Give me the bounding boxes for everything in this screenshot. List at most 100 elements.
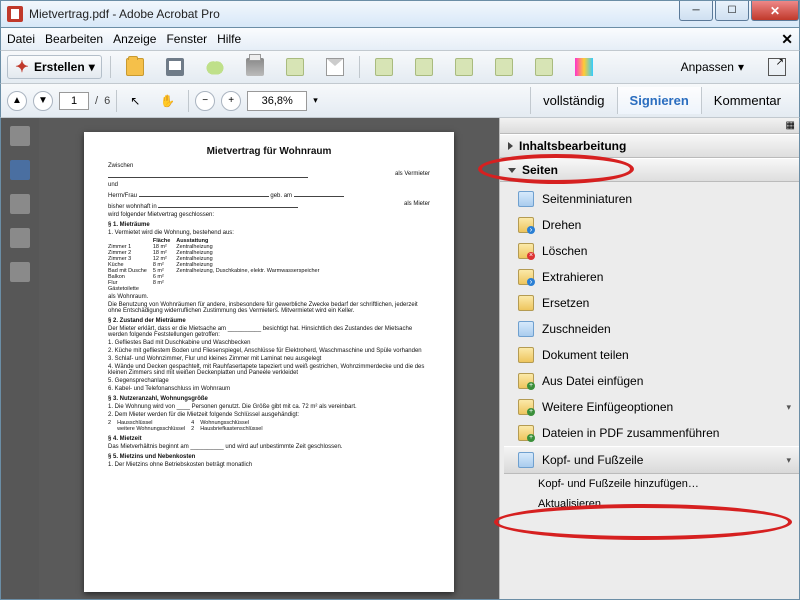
customize-label: Anpassen (681, 60, 734, 74)
item-kopf-und-fusszeile[interactable]: Kopf- und Fußzeile▾ (504, 446, 799, 474)
tool-button-3[interactable] (448, 54, 480, 80)
tool-button-1[interactable] (368, 54, 400, 80)
work-area: Mietvertrag für Wohnraum Zwischen als Ve… (0, 118, 800, 600)
document-pane[interactable]: Mietvertrag für Wohnraum Zwischen als Ve… (39, 118, 499, 599)
minimize-button[interactable]: ─ (679, 1, 713, 21)
tab-kommentar[interactable]: Kommentar (701, 87, 793, 114)
item-drehen[interactable]: Drehen (504, 212, 799, 238)
subitem-hinzufuegen[interactable]: Kopf- und Fußzeile hinzufügen… (504, 474, 799, 494)
crop-icon (518, 321, 534, 337)
more-insert-icon (518, 399, 534, 415)
dropdown-icon: ▾ (738, 60, 744, 74)
menu-datei[interactable]: Datei (7, 32, 35, 46)
item-loeschen[interactable]: Löschen (504, 238, 799, 264)
generic-icon (535, 58, 553, 76)
item-dokument-teilen[interactable]: Dokument teilen (504, 342, 799, 368)
signature-panel-icon[interactable] (10, 262, 30, 282)
expand-icon (508, 168, 516, 173)
generic-icon (455, 58, 473, 76)
tab-vollstaendig[interactable]: vollständig (530, 87, 616, 114)
print-icon (246, 58, 264, 76)
separator (110, 56, 111, 78)
attachments-panel-icon[interactable] (10, 194, 30, 214)
tool-button-2[interactable] (408, 54, 440, 80)
thumbnails-icon (518, 191, 534, 207)
app-icon (7, 6, 23, 22)
item-seitenminiaturen[interactable]: Seitenminiaturen (504, 186, 799, 212)
collapse-icon (508, 142, 513, 150)
tab-signieren[interactable]: Signieren (617, 87, 701, 114)
insert-file-icon (518, 373, 534, 389)
close-button[interactable]: ✕ (751, 1, 799, 21)
item-dateien-zusammenfuehren[interactable]: Dateien in PDF zusammenführen (504, 420, 799, 446)
menu-anzeige[interactable]: Anzeige (113, 32, 156, 46)
zoom-in-button[interactable]: + (221, 91, 241, 111)
primary-toolbar: ✦ Erstellen ▾ Anpassen ▾ (0, 50, 800, 84)
extract-icon (518, 269, 534, 285)
chevron-down-icon: ▾ (786, 455, 791, 466)
section-label: Seiten (522, 163, 558, 177)
section-seiten[interactable]: Seiten (500, 158, 799, 182)
create-button-label: Erstellen (34, 60, 85, 74)
separator (116, 90, 117, 112)
create-button[interactable]: ✦ Erstellen ▾ (7, 55, 102, 79)
generic-icon (375, 58, 393, 76)
tool-button-4[interactable] (488, 54, 520, 80)
color-icon (575, 58, 593, 76)
page-number-input[interactable] (59, 92, 89, 110)
menu-fenster[interactable]: Fenster (166, 32, 207, 46)
page-down-button[interactable]: ▼ (33, 91, 53, 111)
item-aus-datei-einfuegen[interactable]: Aus Datei einfügen (504, 368, 799, 394)
fullscreen-button[interactable] (761, 54, 793, 80)
tools-pane-header: ▦ (500, 118, 799, 134)
document-close-button[interactable]: ✕ (781, 31, 793, 48)
pane-menu-icon[interactable]: ▦ (786, 120, 795, 131)
dropdown-icon: ▾ (89, 60, 95, 74)
page-toolbar: ▲ ▼ / 6 ↖ ✋ − + ▾ vollständig Signieren … (0, 84, 800, 118)
document-page: Mietvertrag für Wohnraum Zwischen als Ve… (84, 132, 454, 592)
generic-icon (415, 58, 433, 76)
tool-button-6[interactable] (568, 54, 600, 80)
zoom-input[interactable] (247, 91, 307, 111)
tools-pane: ▦ Inhaltsbearbeitung Seiten Seitenminiat… (499, 118, 799, 599)
dropdown-icon[interactable]: ▾ (313, 95, 318, 106)
item-extrahieren[interactable]: Extrahieren (504, 264, 799, 290)
menu-hilfe[interactable]: Hilfe (217, 32, 241, 46)
section-inhaltsbearbeitung[interactable]: Inhaltsbearbeitung (500, 134, 799, 158)
window-title: Mietvertrag.pdf - Adobe Acrobat Pro (29, 7, 220, 21)
customize-dropdown[interactable]: Anpassen ▾ (674, 56, 751, 78)
mail-icon (326, 58, 344, 76)
maximize-button[interactable]: ☐ (715, 1, 749, 21)
item-ersetzen[interactable]: Ersetzen (504, 290, 799, 316)
generic-icon (495, 58, 513, 76)
menu-bearbeiten[interactable]: Bearbeiten (45, 32, 103, 46)
email-button[interactable] (319, 54, 351, 80)
subitem-aktualisieren[interactable]: Aktualisieren… (504, 494, 799, 514)
chevron-down-icon: ▾ (786, 402, 791, 413)
item-zuschneiden[interactable]: Zuschneiden (504, 316, 799, 342)
navigation-sidebar (1, 118, 39, 599)
item-weitere-einfuegeoptionen[interactable]: Weitere Einfügeoptionen▾ (504, 394, 799, 420)
zoom-out-button[interactable]: − (195, 91, 215, 111)
tool-button-5[interactable] (528, 54, 560, 80)
open-button[interactable] (119, 54, 151, 80)
separator (359, 56, 360, 78)
bookmarks-panel-icon[interactable] (10, 160, 30, 180)
pages-panel-icon[interactable] (10, 126, 30, 146)
select-tool[interactable]: ↖ (123, 90, 147, 112)
hand-tool[interactable]: ✋ (153, 90, 182, 112)
plus-icon: ✦ (14, 59, 30, 75)
save-icon (166, 58, 184, 76)
share-button[interactable] (279, 54, 311, 80)
folder-icon (126, 58, 144, 76)
separator (188, 90, 189, 112)
section-label: Inhaltsbearbeitung (519, 139, 626, 153)
share-icon (286, 58, 304, 76)
page-up-button[interactable]: ▲ (7, 91, 27, 111)
page-total: 6 (104, 95, 110, 107)
save-button[interactable] (159, 54, 191, 80)
print-button[interactable] (239, 54, 271, 80)
layers-panel-icon[interactable] (10, 228, 30, 248)
cloud-button[interactable] (199, 54, 231, 80)
replace-icon (518, 295, 534, 311)
